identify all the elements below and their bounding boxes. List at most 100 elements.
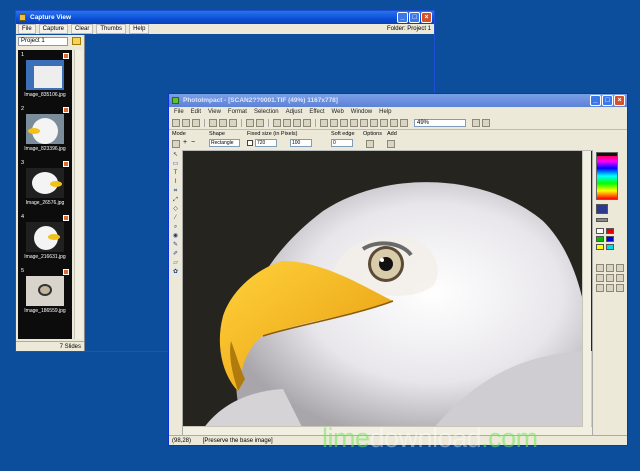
mode-subtract-icon[interactable]: − (191, 139, 195, 146)
thumbnail-scrollbar[interactable] (74, 50, 83, 339)
pick-tool-icon[interactable]: ↖ (171, 152, 180, 159)
width-field[interactable]: 720 (255, 139, 277, 147)
panel-tool-icon[interactable] (616, 284, 624, 292)
ruler-icon[interactable] (360, 118, 368, 127)
menu-help[interactable]: Help (376, 107, 394, 117)
menu-edit[interactable]: Edit (188, 107, 204, 117)
thumbnail-item[interactable]: 5 Image_186559.jpg (20, 268, 70, 320)
undo-icon[interactable] (246, 118, 254, 127)
options-icon[interactable] (366, 140, 374, 148)
add-icon[interactable] (387, 140, 395, 148)
color-palette[interactable] (596, 152, 618, 200)
zoom-out-icon[interactable] (400, 118, 408, 127)
print-icon[interactable] (209, 118, 217, 127)
eraser-tool-icon[interactable]: ▱ (171, 260, 180, 267)
swatch-cyan[interactable] (606, 244, 614, 250)
thumbnail-item[interactable]: 3 Image_26576.jpg (20, 160, 70, 212)
zoom-tool-icon[interactable]: ⌕ (171, 224, 180, 231)
foreground-color-swatch[interactable] (596, 204, 608, 214)
new-icon[interactable] (172, 118, 180, 127)
menu-adjust[interactable]: Adjust (283, 107, 306, 117)
panel-tool-icon[interactable] (596, 284, 604, 292)
folder-icon[interactable] (72, 37, 81, 45)
menu-web[interactable]: Web (329, 107, 347, 117)
text-tool-icon[interactable]: T (171, 170, 180, 177)
capture-button[interactable]: Capture (38, 24, 69, 34)
panel-tool-icon[interactable] (596, 264, 604, 272)
copy-icon[interactable] (283, 118, 291, 127)
clone-tool-icon[interactable]: ✐ (171, 251, 180, 258)
swatch-green[interactable] (596, 236, 604, 242)
save-icon[interactable] (192, 118, 200, 127)
panel-tool-icon[interactable] (606, 284, 614, 292)
maximize-button[interactable]: □ (602, 95, 613, 106)
redo-icon[interactable] (256, 118, 264, 127)
swatch-red[interactable] (606, 228, 614, 234)
swatch-blue[interactable] (606, 236, 614, 242)
eyedropper-tool-icon[interactable]: ⁄ (171, 215, 180, 222)
delete-icon[interactable] (63, 269, 69, 275)
lasso-tool-icon[interactable]: ⌇ (171, 179, 180, 186)
frame-icon[interactable] (340, 118, 348, 127)
soft-edge-field[interactable]: 0 (331, 139, 353, 147)
swatch-yellow[interactable] (596, 244, 604, 250)
delete-icon[interactable] (63, 107, 69, 113)
close-button[interactable]: × (614, 95, 625, 106)
delete-icon[interactable] (63, 53, 69, 59)
shape-tool-icon[interactable]: ◇ (171, 206, 180, 213)
help-icon[interactable] (482, 118, 490, 127)
transform-tool-icon[interactable]: ⤢ (171, 197, 180, 204)
grid-icon[interactable] (350, 118, 358, 127)
delete-icon[interactable] (63, 215, 69, 221)
panel-tool-icon[interactable] (606, 274, 614, 282)
thumbnail-item[interactable]: 1 Image_835106.jpg (20, 52, 70, 104)
menu-effect[interactable]: Effect (306, 107, 327, 117)
zoom-in-icon[interactable] (390, 118, 398, 127)
image-canvas[interactable] (183, 151, 592, 427)
scan-icon[interactable] (219, 118, 227, 127)
minimize-button[interactable]: _ (397, 12, 408, 23)
fill-tool-icon[interactable]: ◉ (171, 233, 180, 240)
panel-tool-icon[interactable] (616, 274, 624, 282)
globe-icon[interactable] (472, 118, 480, 127)
panel-tool-icon[interactable] (596, 274, 604, 282)
canvas-vertical-scrollbar[interactable] (582, 151, 591, 427)
crop-tool-icon[interactable]: ⌗ (171, 188, 180, 195)
preview-icon[interactable] (370, 118, 378, 127)
thumbnail-item[interactable]: 4 Image_216631.jpg (20, 214, 70, 266)
menu-file[interactable]: File (171, 107, 187, 117)
background-color-swatch[interactable] (596, 218, 608, 222)
minimize-button[interactable]: _ (590, 95, 601, 106)
open-icon[interactable] (182, 118, 190, 127)
mode-new-icon[interactable] (172, 140, 180, 148)
fixed-size-checkbox[interactable] (247, 140, 253, 146)
file-menu[interactable]: File (18, 24, 36, 34)
thumbnail-list[interactable]: 1 Image_835106.jpg 2 Image_823396.jpg 3 (18, 50, 72, 339)
thumbnail-item[interactable]: 2 Image_823396.jpg (20, 106, 70, 158)
zoom-select[interactable]: 49% (414, 118, 466, 127)
photoimpact-titlebar[interactable]: PhotoImpact - [SCAN2??0001.TIF (49%) 116… (169, 94, 627, 107)
menu-selection[interactable]: Selection (251, 107, 282, 117)
selection-tool-icon[interactable]: ▭ (171, 161, 180, 168)
clear-button[interactable]: Clear (71, 24, 94, 34)
paste-icon[interactable] (293, 118, 301, 127)
panel-tool-icon[interactable] (616, 264, 624, 272)
mask-icon[interactable] (330, 118, 338, 127)
menu-window[interactable]: Window (348, 107, 375, 117)
delete-icon[interactable] (63, 161, 69, 167)
crop-icon[interactable] (303, 118, 311, 127)
fit-icon[interactable] (380, 118, 388, 127)
cut-icon[interactable] (273, 118, 281, 127)
close-button[interactable]: × (421, 12, 432, 23)
paint-tool-icon[interactable]: ✎ (171, 242, 180, 249)
capture-view-titlebar[interactable]: Capture View _ □ × (16, 11, 434, 24)
project-select[interactable]: Project 1 (18, 37, 68, 46)
stamp-tool-icon[interactable]: ✿ (171, 269, 180, 276)
panel-tool-icon[interactable] (606, 264, 614, 272)
photoimpact-window[interactable]: PhotoImpact - [SCAN2??0001.TIF (49%) 116… (168, 93, 628, 446)
height-field[interactable]: 100 (290, 139, 312, 147)
layer-icon[interactable] (320, 118, 328, 127)
help-button[interactable]: Help (129, 24, 150, 34)
swatch-white[interactable] (596, 228, 604, 234)
shape-select[interactable]: Rectangle (209, 139, 240, 147)
